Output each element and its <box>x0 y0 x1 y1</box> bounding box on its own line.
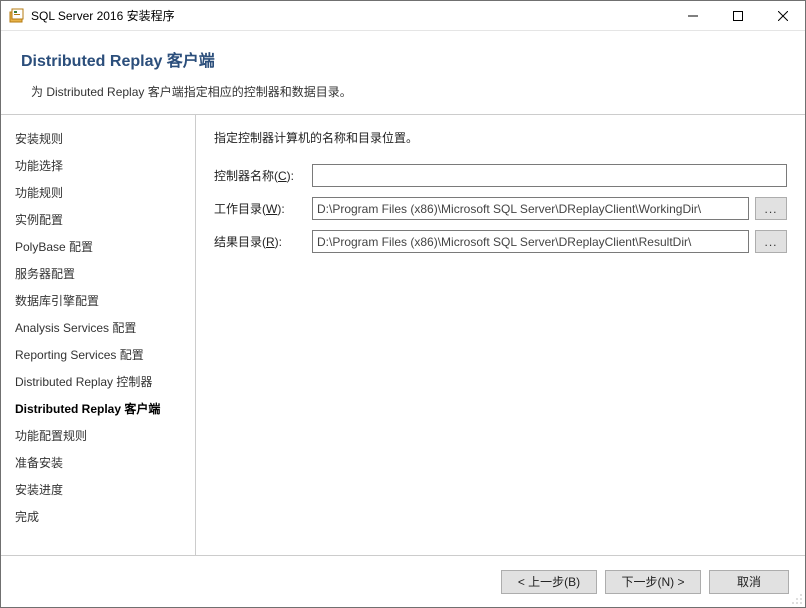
resultdir-row: 结果目录(R): ... <box>214 230 787 253</box>
workdir-browse-button[interactable]: ... <box>755 197 787 220</box>
next-button[interactable]: 下一步(N) > <box>605 570 701 594</box>
sidebar-step[interactable]: 实例配置 <box>11 206 195 233</box>
resultdir-label: 结果目录(R): <box>214 233 306 250</box>
sidebar-step[interactable]: 数据库引擎配置 <box>11 287 195 314</box>
controller-label: 控制器名称(C): <box>214 167 306 184</box>
page-title: Distributed Replay 客户端 <box>21 47 785 71</box>
controller-row: 控制器名称(C): <box>214 164 787 187</box>
cancel-button[interactable]: 取消 <box>709 570 789 594</box>
sidebar-step[interactable]: Distributed Replay 客户端 <box>11 395 195 422</box>
body: 安装规则功能选择功能规则实例配置PolyBase 配置服务器配置数据库引擎配置A… <box>1 115 805 555</box>
sidebar-step[interactable]: Analysis Services 配置 <box>11 314 195 341</box>
steps-sidebar: 安装规则功能选择功能规则实例配置PolyBase 配置服务器配置数据库引擎配置A… <box>1 115 196 555</box>
maximize-button[interactable] <box>715 1 760 30</box>
installer-window: SQL Server 2016 安装程序 Distributed Replay … <box>0 0 806 608</box>
page-subtitle: 为 Distributed Replay 客户端指定相应的控制器和数据目录。 <box>31 83 785 100</box>
controller-input[interactable] <box>312 164 787 187</box>
back-button[interactable]: < 上一步(B) <box>501 570 597 594</box>
page-header: Distributed Replay 客户端 为 Distributed Rep… <box>1 31 805 115</box>
sidebar-step[interactable]: 准备安装 <box>11 449 195 476</box>
titlebar: SQL Server 2016 安装程序 <box>1 1 805 31</box>
resize-grip-icon[interactable] <box>791 593 803 605</box>
sidebar-step[interactable]: Distributed Replay 控制器 <box>11 368 195 395</box>
sidebar-step[interactable]: 完成 <box>11 503 195 530</box>
instruction-text: 指定控制器计算机的名称和目录位置。 <box>214 129 787 146</box>
window-controls <box>670 1 805 30</box>
sidebar-step[interactable]: PolyBase 配置 <box>11 233 195 260</box>
sidebar-step[interactable]: Reporting Services 配置 <box>11 341 195 368</box>
window-title: SQL Server 2016 安装程序 <box>31 7 670 24</box>
sidebar-step[interactable]: 功能规则 <box>11 179 195 206</box>
sidebar-step[interactable]: 安装进度 <box>11 476 195 503</box>
app-icon <box>9 8 25 24</box>
sidebar-step[interactable]: 服务器配置 <box>11 260 195 287</box>
main-panel: 指定控制器计算机的名称和目录位置。 控制器名称(C): 工作目录(W): ...… <box>196 115 805 555</box>
resultdir-input[interactable] <box>312 230 749 253</box>
sidebar-step[interactable]: 安装规则 <box>11 125 195 152</box>
resultdir-browse-button[interactable]: ... <box>755 230 787 253</box>
workdir-row: 工作目录(W): ... <box>214 197 787 220</box>
workdir-label: 工作目录(W): <box>214 200 306 217</box>
minimize-button[interactable] <box>670 1 715 30</box>
sidebar-step[interactable]: 功能配置规则 <box>11 422 195 449</box>
wizard-footer: < 上一步(B) 下一步(N) > 取消 <box>1 555 805 607</box>
close-button[interactable] <box>760 1 805 30</box>
sidebar-step[interactable]: 功能选择 <box>11 152 195 179</box>
workdir-input[interactable] <box>312 197 749 220</box>
